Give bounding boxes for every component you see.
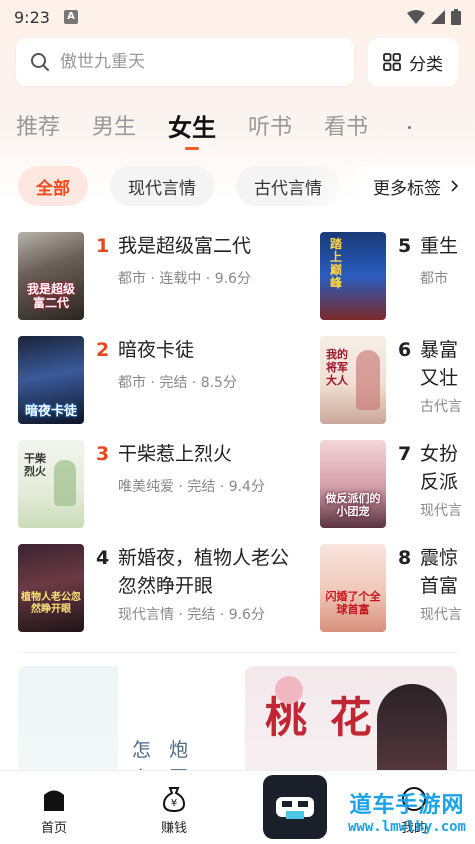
book-cover: 我的将军大人 <box>320 336 386 424</box>
cover-title: 我的将军大人 <box>326 348 348 387</box>
rank-list: 我是超级富二代 1 我是超级富二代 都市 · 连载中 · 9.6分 暗夜卡徒 2暗… <box>18 232 475 632</box>
list-item[interactable]: 暗夜卡徒 2 暗夜卡徒 都市 · 完结 · 8.5分 <box>18 336 318 424</box>
search-row: 分类 <box>16 38 458 86</box>
rank-number: 2 <box>96 339 110 361</box>
tab-male[interactable]: 男生 <box>92 104 136 146</box>
category-button[interactable]: 分类 <box>368 38 458 86</box>
cover-title: 植物人老公忽然睁开眼 <box>21 592 81 615</box>
book-title: 新婚夜，植物人老公忽然睁开眼 <box>118 547 290 597</box>
search-input[interactable] <box>60 52 300 72</box>
bottom-nav: 首页 ¥ 赚钱 我的 道车手游网 www.lmwlhy.com <box>0 770 475 844</box>
nav-home[interactable]: 首页 <box>40 785 68 836</box>
book-title: 女扮反派 <box>420 443 459 493</box>
status-bar: 9:23 A <box>0 0 475 34</box>
watermark-site: 道车手游网 <box>349 793 465 818</box>
list-item[interactable]: 干柴烈火 3 干柴惹上烈火 唯美纯爱 · 完结 · 9.4分 <box>18 440 318 528</box>
chip-modern-romance[interactable]: 现代言情 <box>110 166 214 206</box>
filter-chips: 全部 现代言情 古代言情 更多标签 <box>18 166 475 206</box>
rank-number: 1 <box>96 235 110 257</box>
battery-icon <box>451 9 461 25</box>
book-meta: 古代言 <box>420 399 462 415</box>
status-time: 9:23 <box>14 7 50 27</box>
rank-number: 6 <box>398 339 412 361</box>
category-label: 分类 <box>409 54 443 75</box>
book-meta: 现代言情 · 完结 · 9.6分 <box>118 607 265 623</box>
divider <box>18 652 458 653</box>
signal-icon <box>431 10 445 24</box>
tab-reading[interactable]: 看书 <box>324 104 368 146</box>
cover-title: 干柴烈火 <box>24 452 46 478</box>
list-item[interactable]: 做反派们的小团宠 7 女扮反派 现代言 <box>320 440 475 528</box>
list-item[interactable]: 植物人老公忽然睁开眼 4 新婚夜，植物人老公忽然睁开眼 现代言情 · 完结 · 9… <box>18 544 318 632</box>
status-icons <box>407 9 461 25</box>
cover-title: 我是超级富二代 <box>26 282 75 310</box>
more-tags-label: 更多标签 <box>373 178 441 199</box>
search-box[interactable] <box>16 38 354 86</box>
banner-left[interactable]: 怎 炮 么 区 <box>18 666 232 786</box>
book-cover: 做反派们的小团宠 <box>320 440 386 528</box>
more-tags-button[interactable]: 更多标签 <box>343 166 475 206</box>
channel-tabs: 推荐 男生 女生 听书 看书 <box>16 104 400 150</box>
book-cover: 踏上巅峰 <box>320 232 386 320</box>
nav-earn[interactable]: ¥ 赚钱 <box>160 785 188 836</box>
book-meta: 都市 · 连载中 · 9.6分 <box>118 271 251 287</box>
cover-title: 踏上巅峰 <box>330 237 343 290</box>
list-item[interactable]: 闪婚了个全球首富 8 震惊首富 现代言 <box>320 544 475 632</box>
banner-right[interactable]: 桃 花 <box>245 666 457 786</box>
tab-audiobook[interactable]: 听书 <box>248 104 292 146</box>
rank-number: 7 <box>398 443 412 465</box>
book-title: 干柴惹上烈火 <box>118 443 233 465</box>
book-cover: 干柴烈火 <box>18 440 84 528</box>
home-icon <box>44 790 64 811</box>
notification-icon: A <box>63 10 78 24</box>
chip-ancient-romance[interactable]: 古代言情 <box>236 166 340 206</box>
book-meta: 都市 · 完结 · 8.5分 <box>118 375 237 391</box>
rank-number: 3 <box>96 443 110 465</box>
book-meta: 现代言 <box>420 503 462 519</box>
tab-overflow-dot <box>408 126 411 129</box>
svg-text:¥: ¥ <box>171 798 177 809</box>
book-meta: 现代言 <box>420 607 462 623</box>
money-bag-icon: ¥ <box>162 787 186 813</box>
chevron-right-icon <box>451 180 459 192</box>
watermark: 道车手游网 www.lmwlhy.com <box>342 787 472 835</box>
tab-female[interactable]: 女生 <box>168 104 216 150</box>
search-icon <box>31 53 49 71</box>
book-cover: 闪婚了个全球首富 <box>320 544 386 632</box>
book-title: 暴富又壮 <box>420 339 459 389</box>
book-title: 重生 <box>420 235 459 257</box>
grid-icon <box>383 53 401 71</box>
tab-recommend[interactable]: 推荐 <box>16 104 60 146</box>
nav-home-label: 首页 <box>40 821 67 836</box>
watermark-url: www.lmwlhy.com <box>347 819 466 835</box>
book-cover: 植物人老公忽然睁开眼 <box>18 544 84 632</box>
cover-title: 闪婚了个全球首富 <box>325 590 381 616</box>
nav-earn-label: 赚钱 <box>160 821 187 836</box>
book-title: 我是超级富二代 <box>118 235 252 257</box>
book-meta: 唯美纯爱 · 完结 · 9.4分 <box>118 479 265 495</box>
cover-title: 做反派们的小团宠 <box>325 492 381 518</box>
app-badge-icon <box>263 775 327 839</box>
book-cover: 暗夜卡徒 <box>18 336 84 424</box>
rank-number: 5 <box>398 235 412 257</box>
book-title: 震惊首富 <box>420 547 459 597</box>
wifi-icon <box>407 10 425 24</box>
list-item[interactable]: 踏上巅峰 5 重生 都市 <box>320 232 475 320</box>
book-meta: 都市 <box>420 271 448 287</box>
cover-title: 暗夜卡徒 <box>24 404 77 419</box>
list-item[interactable]: 我是超级富二代 1 我是超级富二代 都市 · 连载中 · 9.6分 <box>18 232 318 320</box>
chip-all[interactable]: 全部 <box>18 166 88 206</box>
book-title: 暗夜卡徒 <box>118 339 195 361</box>
rank-number: 4 <box>96 547 110 569</box>
list-item[interactable]: 我的将军大人 6 暴富又壮 古代言 <box>320 336 475 424</box>
book-cover: 我是超级富二代 <box>18 232 84 320</box>
rank-number: 8 <box>398 547 412 569</box>
